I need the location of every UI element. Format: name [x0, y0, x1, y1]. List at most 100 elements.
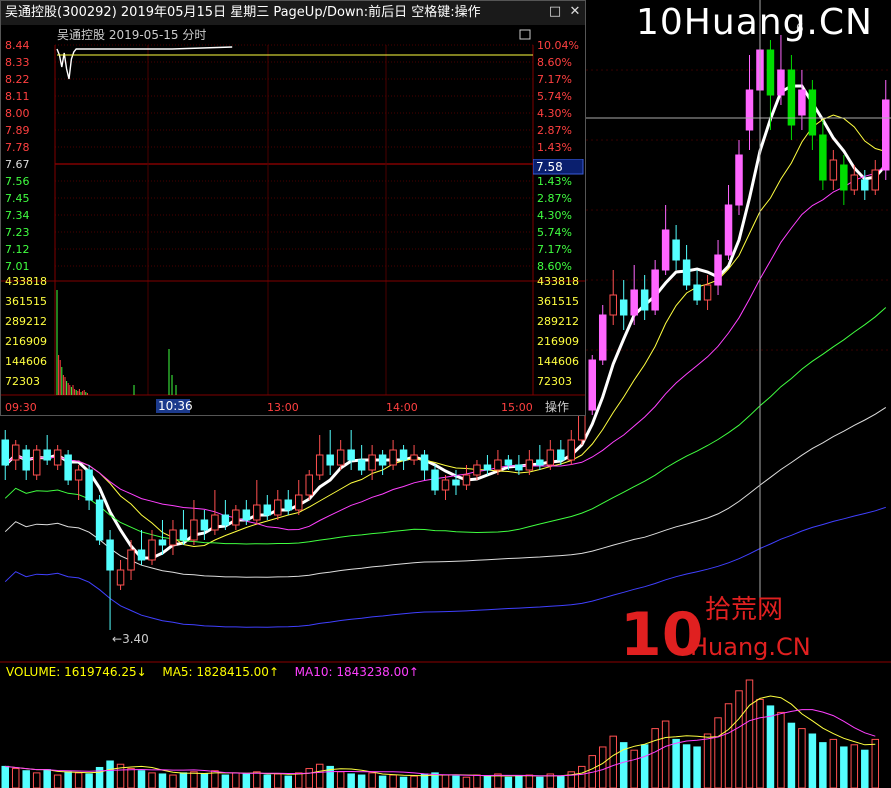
candle-body	[431, 469, 439, 491]
volume-bar	[64, 771, 72, 788]
volume-bars	[1, 679, 880, 788]
volume-bar	[336, 771, 345, 788]
volume-bar	[861, 749, 869, 788]
candle-body	[169, 529, 177, 546]
volume-bar	[357, 774, 366, 788]
candle-body	[871, 169, 880, 191]
volume-bar	[441, 774, 450, 788]
candle-body	[43, 449, 51, 461]
intraday-popup[interactable]: 吴通控股(300292) 2019年05月15日 星期三 PageUp/Down…	[0, 0, 586, 416]
candle-body	[74, 469, 83, 481]
candle-body	[441, 479, 450, 491]
candle-body	[211, 514, 219, 531]
volume-bar	[640, 744, 649, 788]
percent-tick-label: 8.60%	[537, 56, 572, 69]
candle-body	[294, 494, 303, 511]
price-tick-label: 7.45	[5, 192, 30, 205]
volume-bar	[661, 720, 670, 788]
volume-bar	[137, 770, 146, 788]
volume-bar	[53, 774, 62, 788]
candle-body	[85, 469, 93, 501]
candle-body	[452, 479, 460, 486]
svg-text:Huang.CN: Huang.CN	[690, 633, 811, 661]
candle-body	[221, 514, 230, 526]
volume-bar	[515, 775, 523, 788]
volume-bar	[179, 772, 188, 788]
percent-tick-label: 1.43%	[537, 141, 572, 154]
site-logo: 10Huang.CN	[636, 2, 873, 43]
volume-bar	[294, 772, 303, 788]
volume-bar	[525, 774, 534, 788]
volume-bar	[148, 772, 156, 788]
candle-body	[494, 459, 502, 471]
ma10-value: MA10: 1843238.00↑	[294, 665, 419, 679]
volume-tick-label: 289212	[5, 315, 47, 328]
intraday-price-line	[56, 46, 233, 80]
candle-body	[693, 284, 701, 301]
volume-bar	[630, 749, 638, 788]
volume-bar	[808, 733, 817, 788]
chart-mode-icon[interactable]	[519, 29, 531, 40]
svg-text:7.58: 7.58	[536, 160, 563, 174]
candle-body	[326, 454, 334, 466]
volume-bar	[410, 775, 418, 788]
time-axis: 09:30 13:00 14:00 15:00	[5, 401, 533, 414]
candle-body	[724, 204, 733, 256]
volume-bar	[368, 772, 376, 788]
volume-bar	[347, 773, 355, 788]
percent-tick-label: 7.17%	[537, 243, 572, 256]
volume-ma5-line	[5, 695, 876, 777]
volume-bar	[43, 769, 51, 788]
percent-tick-label: 5.74%	[537, 226, 572, 239]
candle-body	[588, 359, 597, 411]
volume-bar	[756, 698, 764, 788]
volume-tick-label: 72303	[5, 375, 40, 388]
volume-tick-label: 433818	[5, 275, 47, 288]
candle-body	[777, 69, 785, 96]
candle-body	[347, 449, 355, 461]
price-tick-label: 7.56	[5, 175, 30, 188]
volume-bar	[305, 768, 313, 788]
candle-body	[798, 89, 806, 116]
candle-body	[253, 504, 261, 521]
volume-bar	[504, 776, 513, 788]
intraday-chart[interactable]: 吴通控股 2019-05-15 分时 8.44 8.33 8.22 8.11 8.00 7…	[1, 25, 585, 415]
candle-body	[630, 289, 638, 316]
volume-bar	[274, 773, 282, 788]
minimize-button[interactable]: □	[547, 4, 563, 20]
candle-body	[336, 449, 345, 466]
candle-body	[32, 449, 41, 476]
volume-tick-label-right: 144606	[537, 355, 579, 368]
price-tick-label: 8.44	[5, 39, 30, 52]
operate-button[interactable]: 操作	[545, 399, 569, 414]
candle-body	[483, 464, 492, 471]
volume-bar	[651, 728, 659, 788]
close-button[interactable]: ✕	[567, 4, 583, 20]
candle-body	[190, 519, 198, 541]
volume-bar	[871, 738, 880, 788]
volume-tick-label-right: 289212	[537, 315, 579, 328]
volume-bar	[315, 763, 324, 788]
candle-body	[232, 509, 240, 526]
ma5-value: MA5: 1828415.00↑	[162, 665, 279, 679]
price-tick-label: 7.01	[5, 260, 30, 273]
candle-body	[819, 134, 827, 181]
candle-body	[53, 449, 62, 466]
candle-body	[714, 254, 722, 286]
volume-bar	[127, 768, 135, 788]
candle-body	[829, 159, 838, 181]
candle-body	[242, 509, 251, 521]
percent-tick-label: 8.60%	[537, 260, 572, 273]
volume-bar	[221, 774, 230, 788]
cursor-price-box: 7.58	[533, 159, 584, 175]
intraday-grid	[1, 44, 585, 396]
volume-bar	[840, 746, 848, 788]
price-tick-label: 7.67	[5, 158, 30, 171]
volume-bar	[745, 679, 754, 788]
candle-body	[22, 449, 30, 471]
candle-body	[651, 269, 659, 311]
candle-body	[420, 454, 429, 471]
volume-bar	[724, 703, 733, 788]
volume-bar	[787, 722, 796, 788]
candle-body	[127, 549, 135, 571]
